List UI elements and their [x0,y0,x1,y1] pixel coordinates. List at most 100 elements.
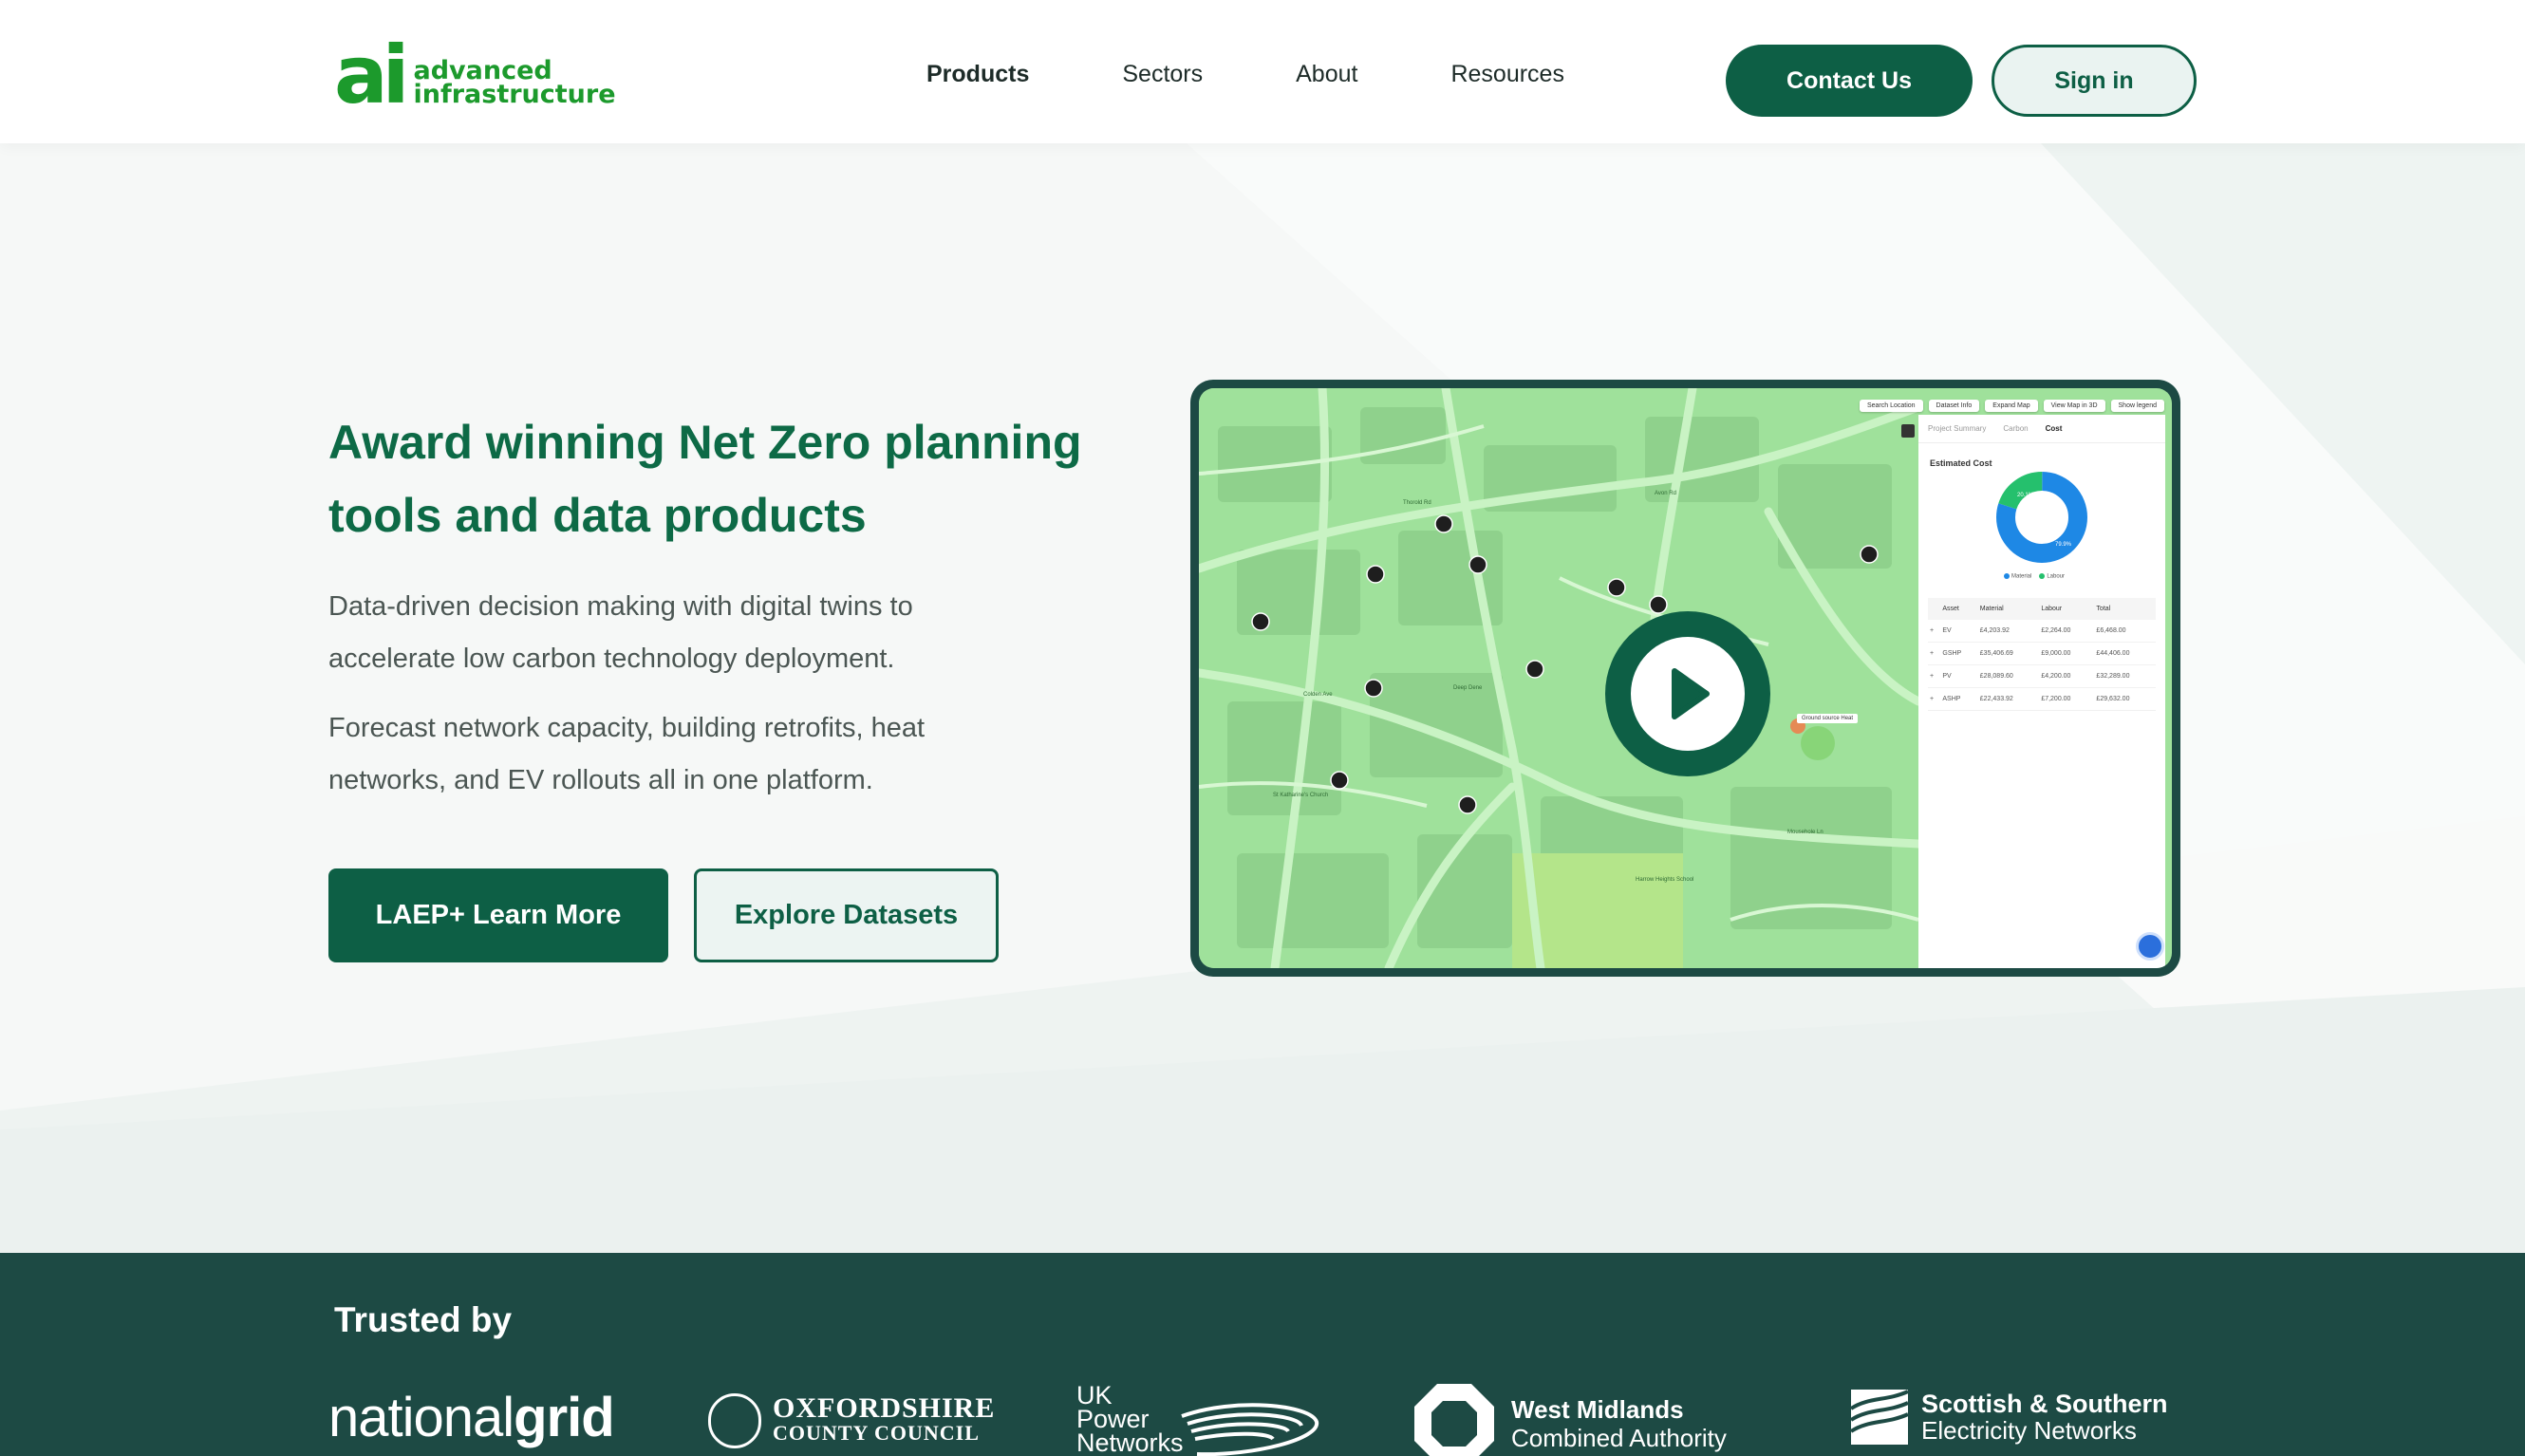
table-header: Labour [2039,598,2095,620]
table-cell: £35,406.69 [1977,642,2040,665]
expand-icon[interactable]: + [1928,620,1941,643]
explore-datasets-button[interactable]: Explore Datasets [694,868,999,962]
national-grid-logo: nationalgrid [328,1386,615,1449]
table-cell: £7,200.00 [2039,687,2095,711]
table-cell: £2,264.00 [2039,620,2095,643]
panel-toggle-icon[interactable] [1901,424,1915,438]
table-row[interactable]: + PV £28,089.60 £4,200.00 £32,289.00 [1928,664,2156,688]
expand-map-button[interactable]: Expand Map [1985,400,2038,412]
uk-power-networks-logo: UK Power Networks [1076,1383,1320,1456]
map-label-road: Thorold Rd [1403,500,1431,506]
hexagon-icon [1414,1384,1494,1456]
hero-paragraph-1: Data-driven decision making with digital… [328,591,913,674]
map-label-road: Mousehole Ln [1787,830,1824,835]
west-midlands-ca-logo: West Midlands Combined Authority [1411,1380,1727,1456]
preview-screen: Thorold Rd Deep Dene Colden Ave St Katha… [1199,388,2172,968]
table-cell: £9,000.00 [2039,642,2095,665]
map-label-road: Avon Rd [1655,491,1676,496]
donut-data-label: 20.1% [2017,493,2034,498]
occ-line-1: OXFORDSHIRE [773,1392,996,1424]
show-legend-button[interactable]: Show legend [2110,400,2164,412]
hero-paragraph-2: Forecast network capacity, building retr… [328,713,926,795]
estimated-cost-heading: Estimated Cost [1930,458,1992,468]
chat-icon[interactable] [2136,932,2164,961]
play-video-button[interactable] [1605,611,1770,776]
video-preview[interactable]: Thorold Rd Deep Dene Colden Ave St Katha… [1190,380,2180,977]
logo-line-2: infrastructure [413,80,616,109]
expand-icon[interactable]: + [1928,664,1941,688]
table-cell: £4,203.92 [1977,620,2040,643]
national-grid-text: national [328,1387,514,1448]
table-cell: £28,089.60 [1977,664,2040,688]
table-cell: PV [1940,664,1978,688]
sse-line-1: Scottish & Southern [1921,1390,2168,1418]
legend-material: Material [2004,573,2031,580]
ukpn-line: Networks [1076,1428,1184,1456]
tab-carbon[interactable]: Carbon [2003,424,2028,433]
dataset-info-button[interactable]: Dataset Info [1928,400,1980,412]
panel-tabs: Project Summary Carbon Cost [1918,415,2165,443]
company-logo[interactable]: ai advanced infrastructure [334,28,616,121]
table-header [1928,598,1941,620]
table-cell: ASHP [1940,687,1978,711]
expand-icon[interactable]: + [1928,642,1941,665]
play-icon [1631,637,1745,751]
tab-project-summary[interactable]: Project Summary [1928,424,1986,433]
table-header: Total [2094,598,2156,620]
nav-products[interactable]: Products [926,61,1029,88]
table-cell: £29,632.00 [2094,687,2156,711]
tab-cost[interactable]: Cost [2046,424,2063,433]
hero-title: Award winning Net Zero planning tools an… [328,416,1082,542]
view-3d-button[interactable]: View Map in 3D [2043,400,2105,412]
national-grid-text-bold: grid [514,1387,615,1448]
wm-line-2: Combined Authority [1511,1424,1727,1452]
map-toolbar: Search Location Dataset Info Expand Map … [1859,400,2164,412]
heat-pump-tag: Ground source Heat [1797,714,1859,723]
laep-learn-more-button[interactable]: LAEP+ Learn More [328,868,668,962]
cost-donut-chart: 79.9% 20.1% [1996,472,2087,563]
table-cell: EV [1940,620,1978,643]
table-cell: £32,289.00 [2094,664,2156,688]
sse-line-2: Electricity Networks [1921,1416,2137,1445]
table-header: Asset [1940,598,1978,620]
table-header-row: Asset Material Labour Total [1928,598,2156,620]
legend-labour: Labour [2039,573,2065,580]
nav-resources[interactable]: Resources [1450,61,1564,88]
nav-about[interactable]: About [1296,61,1357,88]
table-header: Material [1977,598,2040,620]
ssen-logo: Scottish & Southern Electricity Networks [1849,1388,2168,1447]
cost-table: Asset Material Labour Total + EV £4,203.92… [1928,598,2156,711]
donut-data-label: 79.9% [2055,542,2072,548]
map-label-church: St Katharine's Church [1273,793,1329,798]
table-row[interactable]: + GSHP £35,406.69 £9,000.00 £44,406.00 [1928,642,2156,665]
trusted-by-section: Trusted by nationalgrid OXFORDSHIRE COUN… [0,1253,2525,1456]
map-canvas [1199,388,1918,968]
ukpn-swoosh-icon [1180,1403,1319,1456]
contact-us-button[interactable]: Contact Us [1726,45,1973,117]
nav-sectors[interactable]: Sectors [1122,61,1203,88]
oxfordshire-cc-logo: OXFORDSHIRE COUNTY COUNCIL [708,1393,995,1448]
logo-mark: ai [334,28,410,121]
map-label-road: Colden Ave [1303,692,1333,698]
cost-panel: Project Summary Carbon Cost Estimated Co… [1918,415,2165,968]
wm-line-1: West Midlands [1511,1395,1684,1424]
occ-line-2: COUNTY COUNCIL [773,1421,980,1445]
sign-in-button[interactable]: Sign in [1992,45,2197,117]
ssen-waves-icon [1849,1390,1909,1445]
table-cell: £44,406.00 [2094,642,2156,665]
main-nav: Products Sectors About Resources [926,61,1657,88]
logo-wordmark: advanced infrastructure [413,58,616,109]
table-cell: £4,200.00 [2039,664,2095,688]
table-row[interactable]: + ASHP £22,433.92 £7,200.00 £29,632.00 [1928,687,2156,711]
table-cell: GSHP [1940,642,1978,665]
expand-icon[interactable]: + [1928,687,1941,711]
crest-icon [708,1393,761,1448]
map-label-school: Harrow Heights School [1636,877,1694,883]
map-label-area: Deep Dene [1453,685,1483,691]
search-location-button[interactable]: Search Location [1859,400,1923,412]
site-header: ai advanced infrastructure Products Sect… [0,0,2525,143]
trusted-by-heading: Trusted by [334,1300,513,1339]
table-cell: £6,468.00 [2094,620,2156,643]
table-row[interactable]: + EV £4,203.92 £2,264.00 £6,468.00 [1928,620,2156,643]
donut-legend: Material Labour [2004,573,2065,580]
